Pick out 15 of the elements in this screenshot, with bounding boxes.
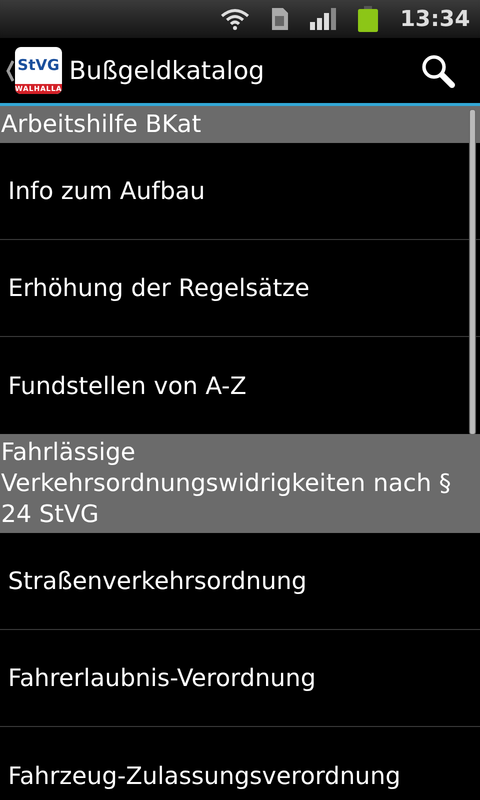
list-item[interactable]: Fundstellen von A-Z [0, 337, 480, 434]
app-title: Bußgeldkatalog [69, 54, 264, 87]
list-item[interactable]: Straßenverkehrsordnung [0, 533, 480, 630]
search-icon[interactable] [420, 52, 456, 88]
clock-time: 13:34 [400, 6, 470, 34]
signal-icon [310, 8, 336, 30]
list-item[interactable]: Fahrzeug-Zulassungsverordnung [0, 727, 480, 800]
section-header: Arbeitshilfe BKat [0, 106, 480, 143]
back-caret-icon[interactable] [6, 60, 14, 82]
wifi-icon [220, 8, 250, 30]
sim-card-icon [272, 8, 288, 30]
list-item[interactable]: Fahrerlaubnis-Verordnung [0, 630, 480, 727]
logo-text: StVG [16, 55, 60, 76]
battery-icon [358, 6, 378, 32]
section-header: Fahrlässige Verkehrsordnungswidrigkeiten nach § 24 StVG [0, 434, 480, 533]
